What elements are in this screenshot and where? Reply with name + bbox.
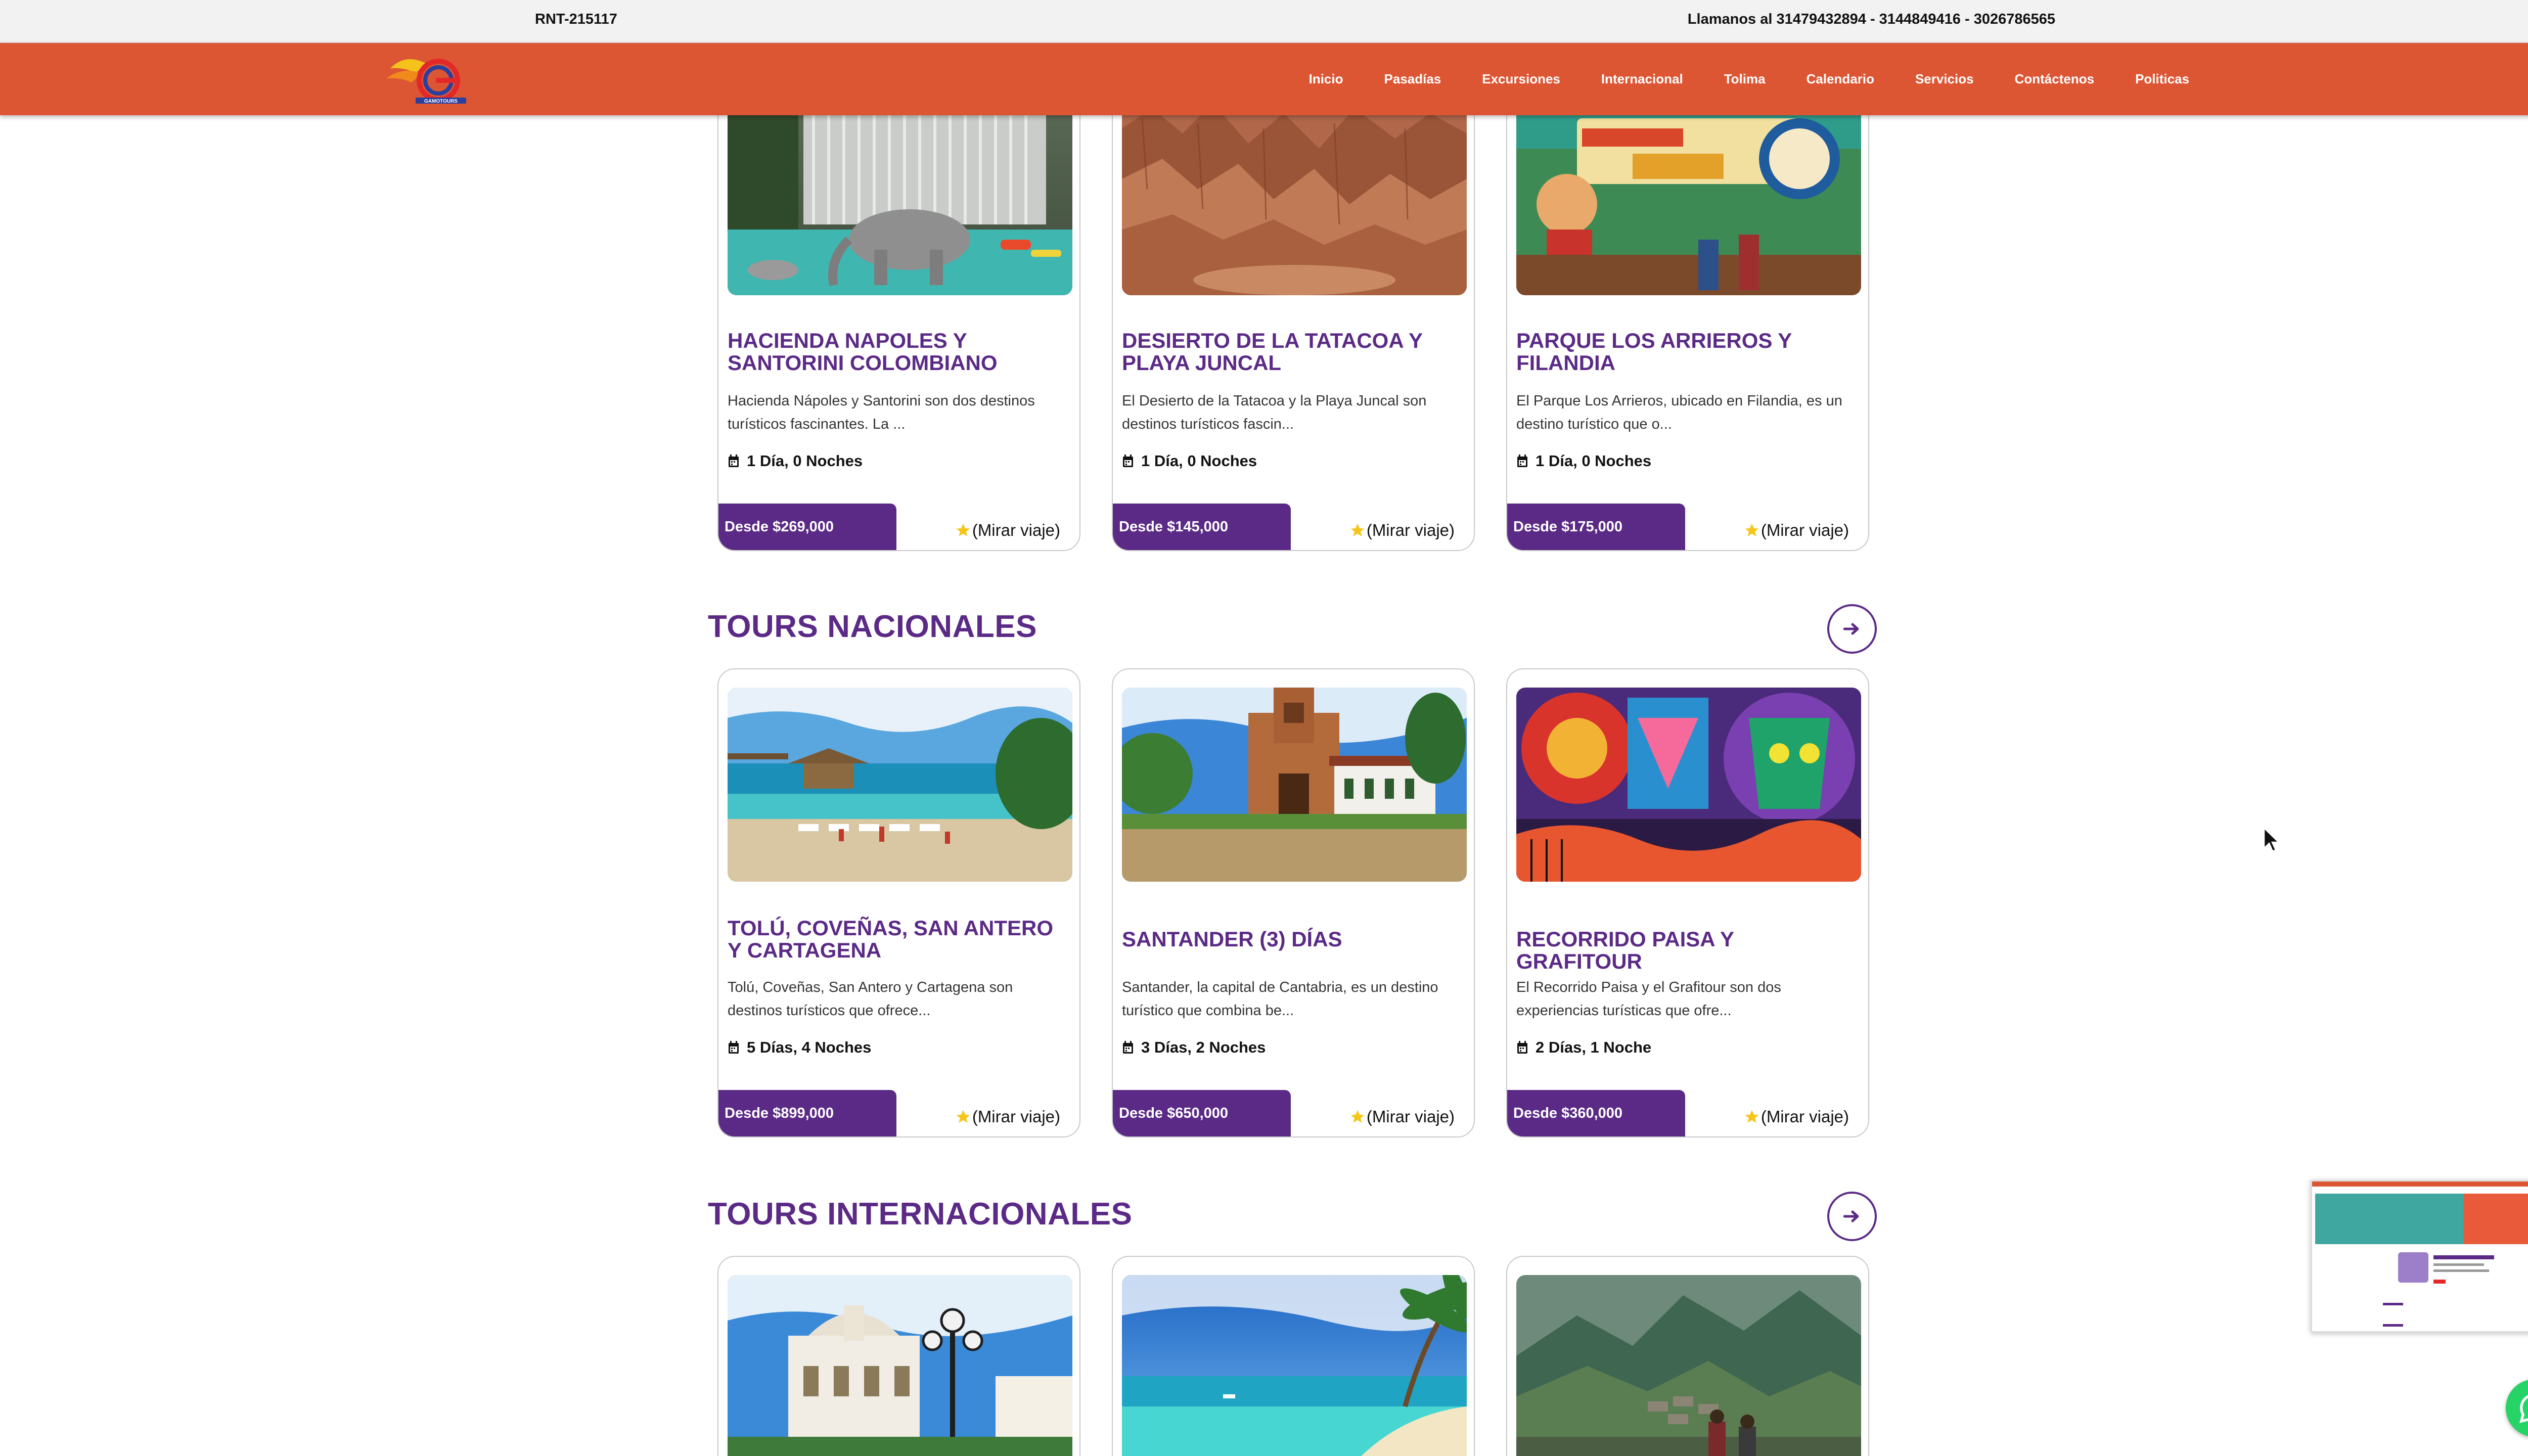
calendar-icon bbox=[1517, 454, 1527, 467]
tour-description: Santander, la capital de Cantabria, es u… bbox=[1122, 979, 1438, 1019]
tour-card[interactable] bbox=[1506, 1256, 1869, 1456]
nav-pasadias[interactable]: Pasadías bbox=[1384, 71, 1441, 87]
tour-price: Desde $175,000 bbox=[1507, 504, 1685, 550]
calendar-icon bbox=[729, 454, 739, 467]
tour-title[interactable]: SANTANDER (3) DÍAS bbox=[1122, 928, 1461, 950]
screenshot-preview-thumbnail[interactable] bbox=[2311, 1180, 2528, 1333]
tour-description: Hacienda Nápoles y Santorini son dos des… bbox=[728, 393, 1035, 432]
calendar-icon bbox=[729, 1041, 739, 1054]
tour-image-arrieros[interactable] bbox=[1516, 88, 1861, 295]
view-trip-link[interactable]: (Mirar viaje) bbox=[1349, 521, 1455, 540]
tour-duration-text: 1 Día, 0 Noches bbox=[747, 452, 863, 470]
tour-description: Tolú, Coveñas, San Antero y Cartagena so… bbox=[728, 979, 1013, 1019]
contact-phones[interactable]: Llamanos al 31479432894 - 3144849416 - 3… bbox=[1688, 11, 2055, 28]
star-icon bbox=[1745, 523, 1759, 536]
view-trip-label[interactable]: (Mirar viaje) bbox=[972, 521, 1060, 540]
nav-calendario[interactable]: Calendario bbox=[1807, 71, 1874, 87]
tour-card[interactable] bbox=[717, 1256, 1080, 1456]
tour-title[interactable]: HACIENDA NAPOLES Y SANTORINI COLOMBIANO bbox=[728, 330, 1066, 374]
star-icon bbox=[956, 1110, 970, 1123]
top-info-bar: RNT-215117 Llamanos al 31479432894 - 314… bbox=[0, 0, 2528, 43]
arrow-right-icon bbox=[1843, 1210, 1859, 1222]
view-trip-link[interactable]: (Mirar viaje) bbox=[1349, 1107, 1455, 1126]
view-trip-label[interactable]: (Mirar viaje) bbox=[972, 1107, 1060, 1126]
tour-duration: 1 Día, 0 Noches bbox=[1122, 452, 1257, 470]
tour-price: Desde $899,000 bbox=[718, 1090, 896, 1136]
star-icon bbox=[1350, 1110, 1365, 1123]
nav-politicas[interactable]: Politicas bbox=[2135, 71, 2189, 87]
tour-image-tolu[interactable] bbox=[728, 688, 1072, 882]
view-trip-label[interactable]: (Mirar viaje) bbox=[1761, 1107, 1849, 1126]
tour-description: El Recorrido Paisa y el Grafitour son do… bbox=[1516, 979, 1781, 1019]
tour-title[interactable]: PARQUE LOS ARRIEROS Y FILANDIA bbox=[1516, 330, 1855, 374]
section-title-nacionales: TOURS NACIONALES bbox=[708, 609, 1037, 644]
page-content: HACIENDA NAPOLES Y SANTORINI COLOMBIANO … bbox=[0, 0, 2528, 1456]
mouse-cursor bbox=[2263, 827, 2281, 856]
tour-duration: 3 Días, 2 Noches bbox=[1122, 1038, 1266, 1057]
view-trip-link[interactable]: (Mirar viaje) bbox=[1744, 1107, 1849, 1126]
tour-card[interactable]: DESIERTO DE LA TATACOA Y PLAYA JUNCAL El… bbox=[1112, 61, 1475, 551]
view-trip-label[interactable]: (Mirar viaje) bbox=[1367, 521, 1455, 540]
logo-text: GAMOTOURS bbox=[424, 99, 458, 104]
tour-price: Desde $650,000 bbox=[1113, 1090, 1291, 1136]
tour-description: El Parque Los Arrieros, ubicado en Filan… bbox=[1516, 393, 1842, 432]
calendar-icon bbox=[1517, 1041, 1527, 1054]
nav-inicio[interactable]: Inicio bbox=[1309, 71, 1343, 87]
view-trip-link[interactable]: (Mirar viaje) bbox=[955, 1107, 1060, 1126]
tour-card[interactable]: PARQUE LOS ARRIEROS Y FILANDIA El Parque… bbox=[1506, 61, 1869, 551]
nacionales-next-button[interactable] bbox=[1827, 604, 1877, 654]
view-trip-link[interactable]: (Mirar viaje) bbox=[1744, 521, 1849, 540]
nav-tolima[interactable]: Tolima bbox=[1724, 71, 1766, 87]
tour-duration-text: 3 Días, 2 Noches bbox=[1141, 1038, 1266, 1056]
tour-title[interactable]: TOLÚ, COVEÑAS, SAN ANTERO Y CARTAGENA bbox=[728, 917, 1066, 962]
tour-duration-text: 1 Día, 0 Noches bbox=[1141, 452, 1257, 470]
tour-image-international-3[interactable] bbox=[1516, 1275, 1861, 1456]
gamotours-logo[interactable]: GAMOTOURS bbox=[385, 53, 471, 106]
calendar-icon bbox=[1123, 1041, 1133, 1054]
view-trip-label[interactable]: (Mirar viaje) bbox=[1367, 1107, 1455, 1126]
tour-price: Desde $145,000 bbox=[1113, 504, 1291, 550]
tour-duration-text: 5 Días, 4 Noches bbox=[747, 1038, 872, 1056]
star-icon bbox=[1350, 523, 1365, 536]
tour-image-international-1[interactable] bbox=[728, 1275, 1072, 1456]
arrow-right-icon bbox=[1843, 623, 1859, 635]
tour-image-tatacoa[interactable] bbox=[1122, 88, 1467, 295]
tour-image-santander[interactable] bbox=[1122, 688, 1467, 882]
tour-price: Desde $360,000 bbox=[1507, 1090, 1685, 1136]
nav-contactenos[interactable]: Contáctenos bbox=[2015, 71, 2094, 87]
tour-card[interactable] bbox=[1112, 1256, 1475, 1456]
tour-duration: 2 Días, 1 Noche bbox=[1516, 1038, 1651, 1057]
view-trip-label[interactable]: (Mirar viaje) bbox=[1761, 521, 1849, 540]
tour-card[interactable]: HACIENDA NAPOLES Y SANTORINI COLOMBIANO … bbox=[717, 61, 1080, 551]
tour-duration: 5 Días, 4 Noches bbox=[728, 1038, 871, 1057]
tour-card[interactable]: TOLÚ, COVEÑAS, SAN ANTERO Y CARTAGENA To… bbox=[717, 668, 1080, 1138]
tour-card[interactable]: SANTANDER (3) DÍAS Santander, la capital… bbox=[1112, 668, 1475, 1138]
star-icon bbox=[956, 523, 970, 536]
tour-duration-text: 2 Días, 1 Noche bbox=[1536, 1038, 1652, 1056]
tour-duration: 1 Día, 0 Noches bbox=[728, 452, 863, 470]
tour-price: Desde $269,000 bbox=[718, 504, 896, 550]
tour-image-grafitour[interactable] bbox=[1516, 688, 1861, 882]
rnt-number: RNT-215117 bbox=[535, 11, 617, 27]
tour-image-hacienda-napoles[interactable] bbox=[728, 88, 1072, 295]
section-title-internacionales: TOURS INTERNACIONALES bbox=[708, 1197, 1133, 1232]
view-trip-link[interactable]: (Mirar viaje) bbox=[955, 521, 1060, 540]
nav-internacional[interactable]: Internacional bbox=[1601, 71, 1683, 87]
main-navbar: GAMOTOURS Inicio Pasadías Excursiones In… bbox=[0, 43, 2528, 115]
internacionales-next-button[interactable] bbox=[1827, 1192, 1877, 1241]
main-nav: Inicio Pasadías Excursiones Internaciona… bbox=[1268, 43, 2189, 115]
tour-card[interactable]: RECORRIDO PAISA Y GRAFITOUR El Recorrido… bbox=[1506, 668, 1869, 1138]
star-icon bbox=[1745, 1110, 1759, 1123]
tour-duration-text: 1 Día, 0 Noches bbox=[1536, 452, 1652, 470]
whatsapp-icon bbox=[2519, 1395, 2528, 1423]
calendar-icon bbox=[1123, 454, 1133, 467]
nav-servicios[interactable]: Servicios bbox=[1915, 71, 1974, 87]
tour-description: El Desierto de la Tatacoa y la Playa Jun… bbox=[1122, 393, 1427, 432]
tour-title[interactable]: RECORRIDO PAISA Y GRAFITOUR bbox=[1516, 928, 1855, 973]
nav-excursiones[interactable]: Excursiones bbox=[1482, 71, 1560, 87]
tour-title[interactable]: DESIERTO DE LA TATACOA Y PLAYA JUNCAL bbox=[1122, 330, 1461, 374]
tour-image-international-2[interactable] bbox=[1122, 1275, 1467, 1456]
tour-duration: 1 Día, 0 Noches bbox=[1516, 452, 1651, 470]
